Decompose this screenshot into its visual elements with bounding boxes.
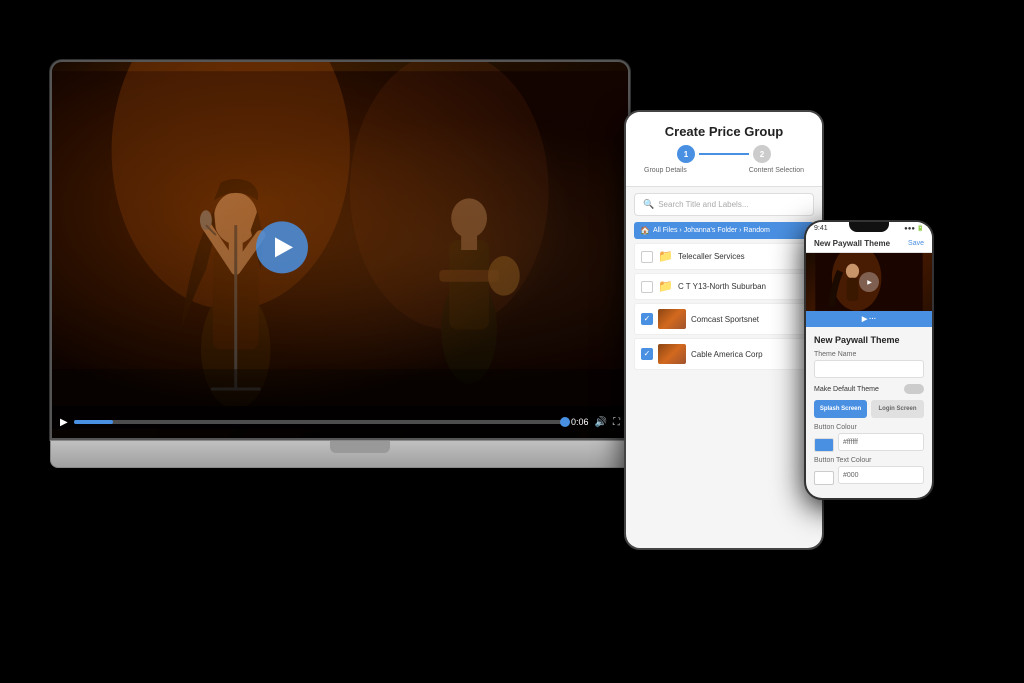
button-text-color-input[interactable]: #000 xyxy=(838,466,924,484)
tablet-list: 📁 Telecaller Services 📁 C T Y13-North Su… xyxy=(626,239,822,548)
make-default-row: Make Default Theme xyxy=(814,384,924,394)
phone: 9:41 ●●● 🔋 New Paywall Theme Save xyxy=(804,220,934,500)
progress-bar[interactable] xyxy=(74,420,565,424)
step-1: 1 xyxy=(677,145,695,163)
fullscreen-icon[interactable]: ⛶ xyxy=(613,417,620,428)
tablet: Create Price Group 1 2 Group Details Con… xyxy=(624,110,824,550)
step-line xyxy=(699,153,749,155)
item-checkbox-3[interactable]: ✓ xyxy=(641,313,653,325)
list-item[interactable]: ✓ Cable America Corp xyxy=(634,338,814,370)
item-checkbox-2[interactable] xyxy=(641,281,653,293)
phone-status-icons: ●●● 🔋 xyxy=(904,225,924,232)
item-checkbox-1[interactable] xyxy=(641,251,653,263)
phone-action-text: ▶ ··· xyxy=(862,315,876,323)
breadcrumb-text: All Files › Johanna's Folder › Random xyxy=(653,227,770,234)
phone-screen: 9:41 ●●● 🔋 New Paywall Theme Save xyxy=(806,222,932,498)
step-label-1: Group Details xyxy=(644,167,687,174)
checkmark-icon: ✓ xyxy=(644,350,651,358)
breadcrumb[interactable]: 🏠 All Files › Johanna's Folder › Random xyxy=(634,222,814,239)
item-label: Telecaller Services xyxy=(678,252,807,261)
video-controls-bar: ▶ 0:06 🔊 ⛶ xyxy=(52,406,628,438)
folder-icon: 📁 xyxy=(658,249,673,264)
checkmark-icon: ✓ xyxy=(644,315,651,323)
phone-save-button[interactable]: Save xyxy=(908,240,924,247)
screen-tab-row: Splash Screen Login Screen xyxy=(814,400,924,418)
login-screen-tab[interactable]: Login Screen xyxy=(871,400,924,418)
laptop-screen: ▶ 0:06 🔊 ⛶ xyxy=(50,60,630,440)
progress-fill xyxy=(74,420,113,424)
item-thumbnail xyxy=(658,309,686,329)
play-icon xyxy=(275,237,293,257)
splash-screen-tab[interactable]: Splash Screen xyxy=(814,400,867,418)
phone-action-bar: ▶ ··· xyxy=(806,311,932,327)
stepper: 1 2 xyxy=(636,145,812,163)
item-label: Cable America Corp xyxy=(691,350,807,359)
phone-section-title: New Paywall Theme xyxy=(814,335,924,345)
button-text-color-label: Button Text Colour xyxy=(814,457,924,464)
thumbnail-image xyxy=(658,344,686,364)
laptop: ▶ 0:06 🔊 ⛶ xyxy=(50,60,670,580)
make-default-label: Make Default Theme xyxy=(814,386,879,393)
folder-icon: 📁 xyxy=(658,279,673,294)
phone-play-button[interactable]: ▶ xyxy=(859,272,879,292)
play-pause-icon[interactable]: ▶ xyxy=(60,417,68,428)
laptop-notch xyxy=(330,441,390,453)
search-placeholder: Search Title and Labels... xyxy=(658,200,748,209)
item-thumbnail xyxy=(658,344,686,364)
phone-time: 9:41 xyxy=(814,225,828,232)
search-icon: 🔍 xyxy=(643,199,654,210)
theme-name-input[interactable] xyxy=(814,360,924,378)
tablet-search[interactable]: 🔍 Search Title and Labels... xyxy=(634,193,814,216)
button-color-input[interactable]: #ffffff xyxy=(838,433,924,451)
time-display: 0:06 xyxy=(571,417,589,427)
phone-notch xyxy=(849,222,889,232)
laptop-base xyxy=(50,440,670,468)
video-player[interactable]: ▶ 0:06 🔊 ⛶ xyxy=(52,62,628,438)
volume-icon[interactable]: 🔊 xyxy=(595,417,607,428)
thumbnail-image xyxy=(658,309,686,329)
button-text-color-row: #000 xyxy=(814,466,924,490)
play-button[interactable] xyxy=(256,221,308,273)
scene: ▶ 0:06 🔊 ⛶ Create Price Group xyxy=(0,0,1024,683)
item-checkbox-4[interactable]: ✓ xyxy=(641,348,653,360)
button-color-row: #ffffff xyxy=(814,433,924,457)
tablet-title: Create Price Group xyxy=(636,124,812,139)
button-color-swatch[interactable] xyxy=(814,438,834,452)
home-icon: 🏠 xyxy=(640,226,650,235)
button-text-color-swatch[interactable] xyxy=(814,471,834,485)
phone-content: New Paywall Theme Theme Name Make Defaul… xyxy=(806,327,932,498)
phone-header: New Paywall Theme Save xyxy=(806,235,932,253)
theme-name-label: Theme Name xyxy=(814,351,924,358)
phone-header-title: New Paywall Theme xyxy=(814,239,890,248)
item-label: Comcast Sportsnet xyxy=(691,315,807,324)
list-item[interactable]: 📁 C T Y13-North Suburban xyxy=(634,273,814,300)
step-label-2: Content Selection xyxy=(749,167,804,174)
button-color-label: Button Colour xyxy=(814,424,924,431)
tablet-screen: Create Price Group 1 2 Group Details Con… xyxy=(626,112,822,548)
progress-handle[interactable] xyxy=(560,417,570,427)
make-default-toggle[interactable] xyxy=(904,384,924,394)
step-2: 2 xyxy=(753,145,771,163)
list-item[interactable]: 📁 Telecaller Services xyxy=(634,243,814,270)
phone-video-thumbnail[interactable]: ▶ xyxy=(806,253,932,311)
step-labels: Group Details Content Selection xyxy=(636,167,812,174)
list-item[interactable]: ✓ Comcast Sportsnet xyxy=(634,303,814,335)
tablet-header: Create Price Group 1 2 Group Details Con… xyxy=(626,112,822,187)
item-label: C T Y13-North Suburban xyxy=(678,282,807,291)
